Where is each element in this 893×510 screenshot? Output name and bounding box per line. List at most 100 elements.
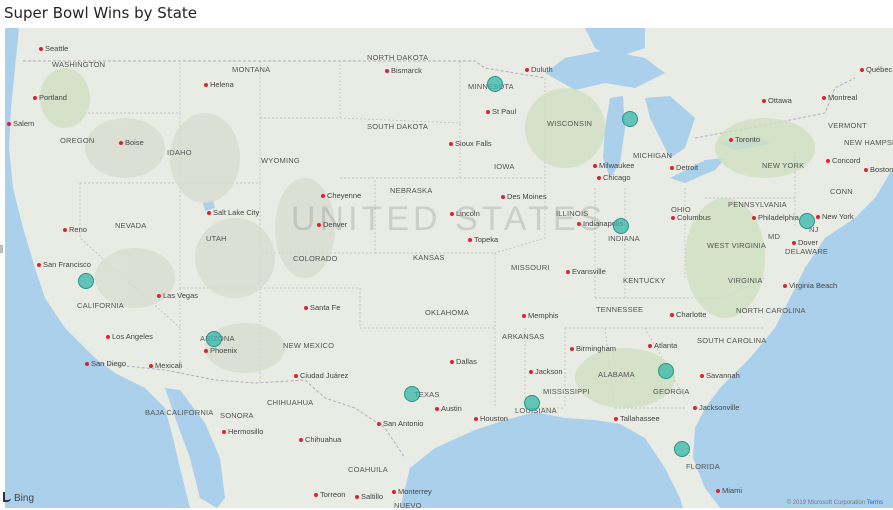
data-bubble-michigan[interactable] [622,111,638,127]
city-marker [860,68,864,72]
state-label: NEW MEXICO [283,341,335,350]
city-label: Salem [13,119,35,128]
city-label: Birmingham [576,344,617,353]
state-label: NORTH DAKOTA [367,53,429,62]
state-label: MISSISSIPPI [543,387,590,396]
city-marker [314,493,318,497]
city-marker [392,490,396,494]
city-label: Chicago [603,173,631,182]
state-label: WISCONSIN [547,119,593,128]
city-marker [294,374,298,378]
city-marker [385,69,389,73]
city-marker [63,228,67,232]
data-bubble-indiana[interactable] [613,218,629,234]
state-label: IOWA [494,162,515,171]
city-marker [501,195,505,199]
city-label: Tallahassee [620,414,660,423]
city-marker [693,406,697,410]
city-marker [450,212,454,216]
state-label: UTAH [206,234,227,243]
state-label: BAJA CALIFORNIA [145,408,214,417]
state-label: COAHUILA [348,465,388,474]
data-bubble-texas[interactable] [404,386,420,402]
state-label: NUEVO [394,501,422,508]
city-marker [522,314,526,318]
city-label: Boston [870,165,893,174]
city-marker [729,138,733,142]
map-visual: Super Bowl Wins by State UNITED STATES W… [0,0,893,510]
city-marker [826,159,830,163]
resize-handle[interactable] [0,245,3,253]
city-marker [157,294,161,298]
state-label: SOUTH CAROLINA [697,336,767,345]
city-marker [355,495,359,499]
city-label: Salt Lake City [213,208,260,217]
map-canvas[interactable]: UNITED STATES WASHINGTON OREGON IDAHO MONTAN… [5,28,893,508]
city-marker [222,430,226,434]
state-label: MICHIGAN [633,151,673,160]
data-bubble-georgia[interactable] [658,363,674,379]
data-bubble-florida[interactable] [674,441,690,457]
city-label: Toronto [735,135,761,144]
city-marker [614,417,618,421]
city-label: Cheyenne [327,191,362,200]
city-marker [7,122,11,126]
city-marker [204,83,208,87]
city-label: Bismarck [391,66,422,75]
state-label: CHIHUAHUA [267,398,314,407]
city-label: Houston [480,414,508,423]
state-label: WEST VIRGINIA [707,241,767,250]
state-label: ILLINOIS [556,209,589,218]
state-label: ARKANSAS [502,332,545,341]
basemap [5,28,893,508]
city-label: Torreon [320,490,346,499]
city-marker [37,263,41,267]
city-label: Philadelphia [758,213,799,222]
city-marker [377,422,381,426]
city-label: Reno [69,225,87,234]
city-marker [864,168,868,172]
city-label: Santa Fe [310,303,341,312]
data-bubble-louisiana[interactable] [524,395,540,411]
city-marker [670,166,674,170]
state-label: GEORGIA [653,387,690,396]
city-label: Atlanta [654,341,678,350]
lake-superior [545,50,665,90]
city-marker [304,306,308,310]
city-label: New York [822,212,854,221]
city-label: Monterrey [398,487,432,496]
city-marker [816,215,820,219]
data-bubble-nj[interactable] [799,213,815,229]
state-label: CONN [830,187,853,196]
data-bubble-california[interactable] [78,273,94,289]
city-label: Jacksonville [699,403,740,412]
data-bubble-arizona[interactable] [206,331,222,347]
state-label: SOUTH DAKOTA [367,122,429,131]
city-label: Saltillo [361,492,384,501]
city-label: Los Angeles [112,332,153,341]
city-label: Dover [798,238,819,247]
city-label: Boise [125,138,144,147]
city-label: Detroit [676,163,699,172]
city-label: Seattle [45,44,69,53]
city-label: Milwaukee [599,161,635,170]
city-marker [822,96,826,100]
terms-link[interactable]: Terms [867,500,883,506]
copyright-notice: © 2019 Microsoft Corporation Terms [787,500,883,506]
state-label: KENTUCKY [623,276,666,285]
city-marker [321,194,325,198]
city-label: Québec [866,65,893,74]
city-label: Denver [323,220,348,229]
city-label: San Antonio [383,419,424,428]
data-bubble-minnesota[interactable] [487,76,503,92]
city-label: San Francisco [43,260,91,269]
state-label: WYOMING [261,156,300,165]
gulf-of-mexico [400,412,683,508]
city-label: San Diego [91,359,127,368]
visual-title: Super Bowl Wins by State [4,4,198,22]
city-marker [648,344,652,348]
city-marker [700,374,704,378]
city-label: Mexicali [155,361,183,370]
city-label: Sioux Falls [455,139,492,148]
city-marker [762,99,766,103]
